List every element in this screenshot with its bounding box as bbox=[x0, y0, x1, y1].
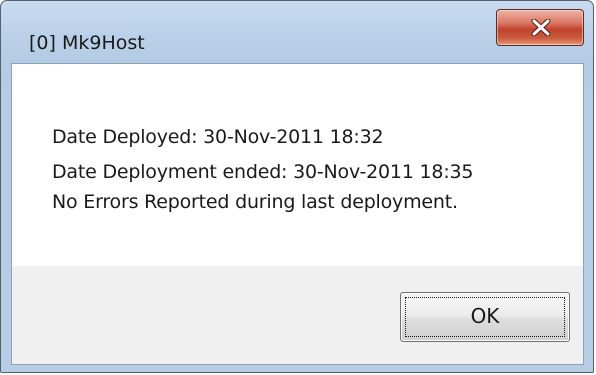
close-button[interactable] bbox=[496, 9, 584, 46]
ok-button[interactable]: OK bbox=[400, 292, 570, 342]
ok-button-label: OK bbox=[470, 304, 500, 328]
message-box-window: [0] Mk9Host Date Deployed: 30-Nov-2011 1… bbox=[0, 0, 594, 373]
close-icon bbox=[531, 19, 551, 36]
message-line-no-errors: No Errors Reported during last deploymen… bbox=[52, 191, 458, 213]
message-area: Date Deployed: 30-Nov-2011 18:32 Date De… bbox=[12, 64, 583, 266]
message-line-date-deployed: Date Deployed: 30-Nov-2011 18:32 bbox=[52, 126, 384, 148]
title-bar[interactable]: [0] Mk9Host bbox=[1, 1, 593, 63]
message-line-deployment-ended: Date Deployment ended: 30-Nov-2011 18:35 bbox=[52, 161, 474, 183]
window-title: [0] Mk9Host bbox=[29, 32, 145, 54]
dialog-content: Date Deployed: 30-Nov-2011 18:32 Date De… bbox=[11, 63, 584, 365]
